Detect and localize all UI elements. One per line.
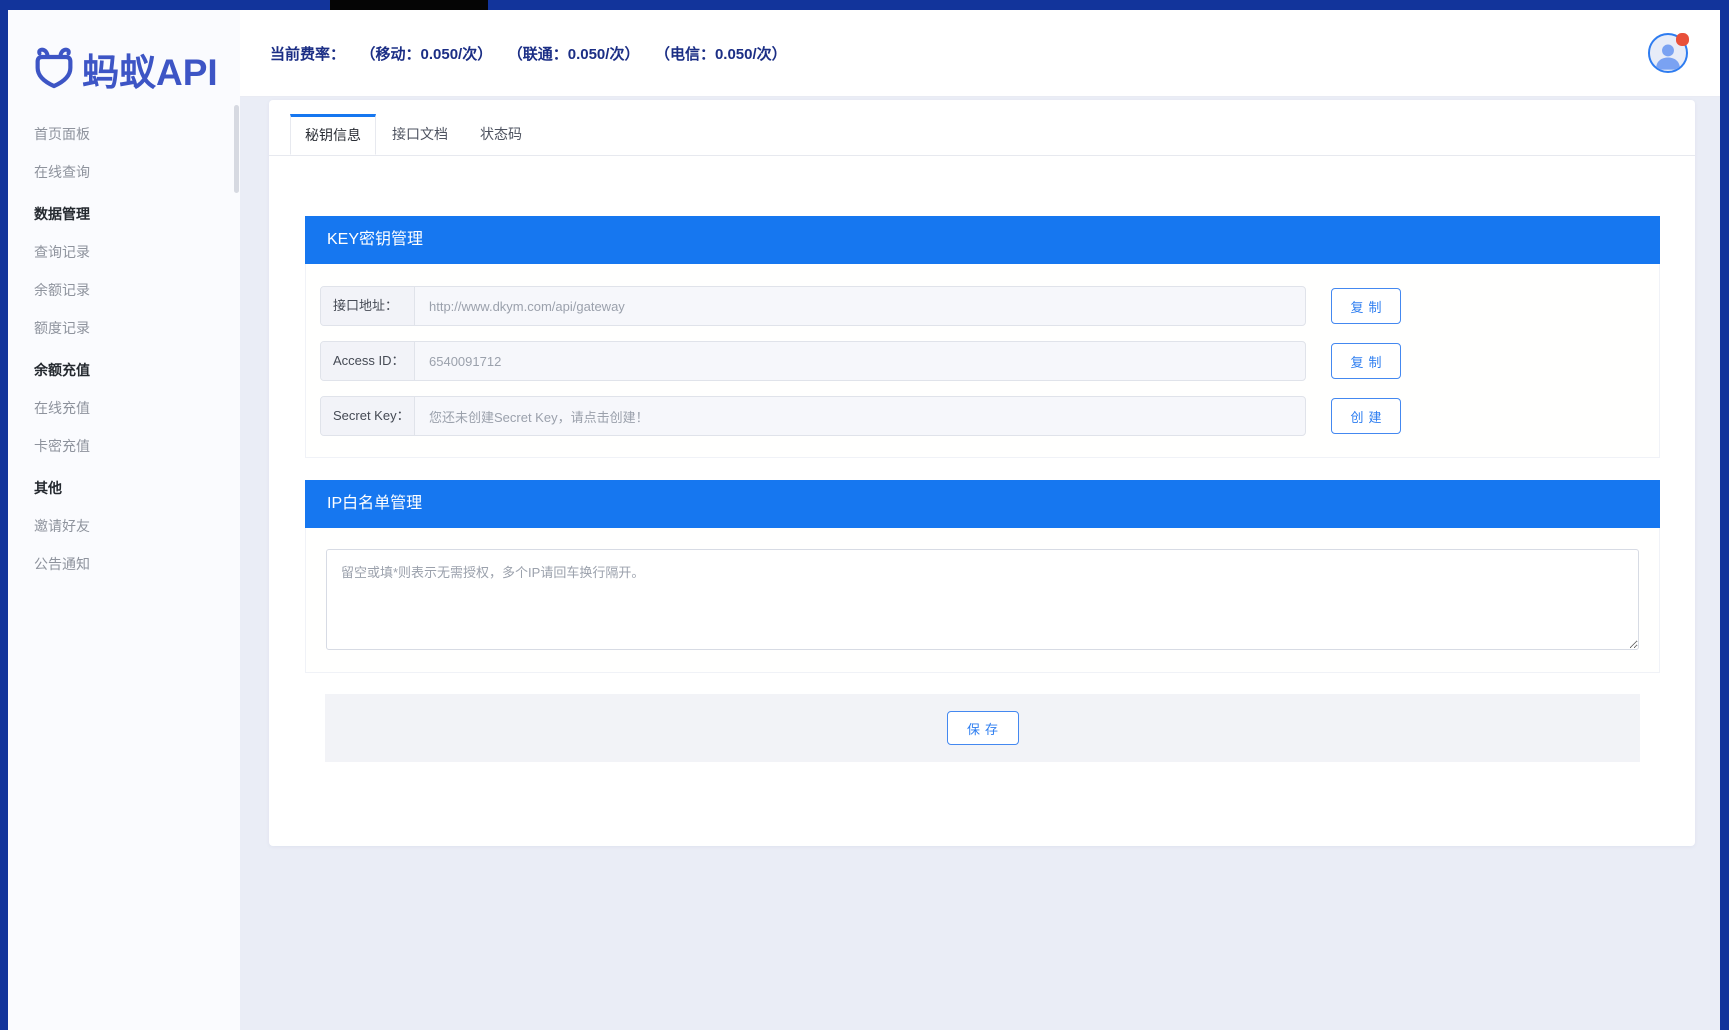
secret-key-group: Secret Key：: [320, 396, 1306, 436]
sidebar-section-other: 其他: [8, 469, 240, 507]
secret-key-label: Secret Key：: [321, 397, 415, 435]
logo-text: 蚂蚁API: [82, 42, 218, 96]
create-secret-key-button[interactable]: 创建: [1331, 398, 1401, 434]
rate-telecom: （电信：0.050/次）: [662, 46, 786, 63]
copy-api-url-button[interactable]: 复制: [1331, 288, 1401, 324]
sidebar-scrollbar[interactable]: [234, 105, 239, 193]
api-url-input[interactable]: [415, 287, 1305, 325]
logo[interactable]: 蚂蚁API: [34, 42, 218, 96]
api-url-row: 接口地址： 复制: [320, 286, 1659, 326]
content-area: 秘钥信息 接口文档 状态码 KEY密钥管理 接口地址：: [240, 97, 1720, 1030]
ip-whitelist-section: IP白名单管理: [305, 480, 1660, 673]
sidebar-item-announcements[interactable]: 公告通知: [8, 545, 240, 583]
tab-secret-info[interactable]: 秘钥信息: [290, 114, 376, 155]
sidebar-item-online-recharge[interactable]: 在线充值: [8, 389, 240, 427]
sidebar-item-home[interactable]: 首页面板: [8, 115, 240, 153]
sidebar-section-recharge: 余额充值: [8, 351, 240, 389]
sidebar-item-query-records[interactable]: 查询记录: [8, 233, 240, 271]
topbar: 当前费率： （移动：0.050/次） （联通：0.050/次） （电信：0.050/次…: [240, 10, 1720, 97]
sidebar: 蚂蚁API 首页面板 在线查询 数据管理 查询记录 余额记录 额度记录 余额充值…: [8, 10, 240, 1030]
sidebar-item-balance-records[interactable]: 余额记录: [8, 271, 240, 309]
sidebar-item-invite-friends[interactable]: 邀请好友: [8, 507, 240, 545]
ant-logo-icon: [34, 43, 74, 96]
access-id-group: Access ID：: [320, 341, 1306, 381]
ip-whitelist-textarea[interactable]: [326, 549, 1639, 650]
access-id-label: Access ID：: [321, 342, 415, 380]
key-section-body: 接口地址： 复制 Access ID： 复制: [305, 264, 1660, 458]
main-area: 当前费率： （移动：0.050/次） （联通：0.050/次） （电信：0.050/次…: [240, 10, 1720, 1030]
access-id-input[interactable]: [415, 342, 1305, 380]
sidebar-item-card-recharge[interactable]: 卡密充值: [8, 427, 240, 465]
ip-section-body: [305, 528, 1660, 673]
rate-info: 当前费率： （移动：0.050/次） （联通：0.050/次） （电信：0.050/次…: [270, 43, 787, 64]
ip-section-title: IP白名单管理: [305, 480, 1660, 528]
rate-unicom: （联通：0.050/次）: [515, 46, 639, 63]
sidebar-section-data-mgmt: 数据管理: [8, 195, 240, 233]
window-frame-left: [0, 10, 8, 1030]
sidebar-item-quota-records[interactable]: 额度记录: [8, 309, 240, 347]
tab-api-docs[interactable]: 接口文档: [376, 114, 464, 155]
key-section-title: KEY密钥管理: [305, 216, 1660, 264]
window-frame-top: [0, 0, 1729, 10]
user-avatar[interactable]: [1648, 33, 1688, 73]
access-id-row: Access ID： 复制: [320, 341, 1659, 381]
app-root: 蚂蚁API 首页面板 在线查询 数据管理 查询记录 余额记录 额度记录 余额充值…: [8, 10, 1720, 1030]
save-bar: 保存: [325, 694, 1640, 762]
secret-key-input[interactable]: [415, 397, 1305, 435]
sidebar-item-online-query[interactable]: 在线查询: [8, 153, 240, 191]
api-url-group: 接口地址：: [320, 286, 1306, 326]
card-body: KEY密钥管理 接口地址： 复制 A: [269, 156, 1695, 762]
content-card: 秘钥信息 接口文档 状态码 KEY密钥管理 接口地址：: [269, 100, 1695, 846]
rate-mobile: （移动：0.050/次）: [368, 46, 492, 63]
save-button[interactable]: 保存: [947, 711, 1019, 745]
sidebar-menu: 首页面板 在线查询 数据管理 查询记录 余额记录 额度记录 余额充值 在线充值 …: [8, 115, 240, 583]
notification-dot: [1676, 33, 1689, 46]
window-frame-right: [1720, 10, 1729, 1030]
tab-status-codes[interactable]: 状态码: [464, 114, 538, 155]
copy-access-id-button[interactable]: 复制: [1331, 343, 1401, 379]
secret-key-row: Secret Key： 创建: [320, 396, 1659, 436]
tab-bar: 秘钥信息 接口文档 状态码: [269, 100, 1695, 156]
api-url-label: 接口地址：: [321, 287, 415, 325]
rate-label: 当前费率：: [270, 46, 345, 63]
window-frame-artifact: [330, 0, 488, 10]
key-management-section: KEY密钥管理 接口地址： 复制 A: [305, 216, 1660, 458]
